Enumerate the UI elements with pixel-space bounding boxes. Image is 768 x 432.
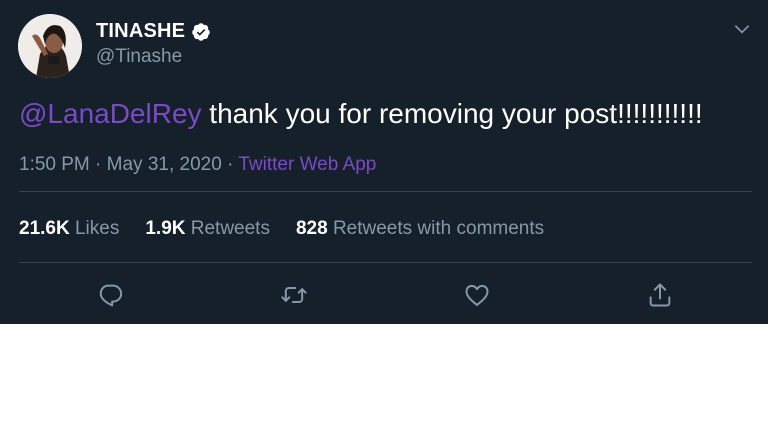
author-handle[interactable]: @Tinashe: [96, 46, 182, 68]
meta-separator: ·: [89, 154, 107, 175]
quote-tweets-label: Retweets with comments: [327, 218, 545, 239]
tweet-date[interactable]: May 31, 2020: [107, 154, 222, 175]
retweets-stat[interactable]: 1.9K Retweets: [145, 218, 270, 240]
avatar-image: [18, 14, 82, 78]
retweets-label: Retweets: [185, 218, 270, 239]
meta-separator: ·: [221, 154, 239, 175]
chevron-down-icon[interactable]: [732, 19, 752, 39]
quote-tweets-stat[interactable]: 828 Retweets with comments: [296, 218, 544, 240]
author-name-row[interactable]: TINASHE: [96, 20, 211, 43]
like-icon: [465, 284, 489, 306]
tweet-time[interactable]: 1:50 PM: [19, 154, 90, 175]
share-icon: [649, 283, 671, 307]
reply-button[interactable]: [97, 281, 125, 309]
likes-count: 21.6K: [19, 218, 70, 239]
mention-link[interactable]: @LanaDelRey: [19, 98, 202, 129]
author-display-name[interactable]: TINASHE: [96, 20, 185, 43]
tweet-body-text: thank you for removing your post!!!!!!!!…: [201, 98, 703, 129]
tweet-card: TINASHE @Tinashe @LanaDelRey thank you f…: [0, 0, 768, 324]
like-button[interactable]: [463, 281, 491, 309]
verified-badge-icon: [192, 22, 210, 41]
tweet-stats: 21.6K Likes 1.9K Retweets 828 Retweets w…: [19, 218, 570, 240]
tweet-text: @LanaDelRey thank you for removing your …: [19, 98, 703, 130]
reply-icon: [99, 284, 123, 307]
share-button[interactable]: [646, 281, 674, 309]
likes-label: Likes: [69, 218, 120, 239]
divider: [19, 262, 752, 263]
likes-stat[interactable]: 21.6K Likes: [19, 218, 119, 240]
avatar[interactable]: [18, 14, 82, 78]
retweet-button[interactable]: [280, 281, 308, 309]
tweet-source-link[interactable]: Twitter Web App: [238, 154, 376, 175]
divider: [19, 191, 752, 192]
retweet-icon: [281, 287, 307, 303]
tweet-meta: 1:50 PM · May 31, 2020 · Twitter Web App: [19, 154, 376, 176]
quote-tweets-count: 828: [295, 218, 328, 239]
retweets-count: 1.9K: [145, 218, 186, 239]
